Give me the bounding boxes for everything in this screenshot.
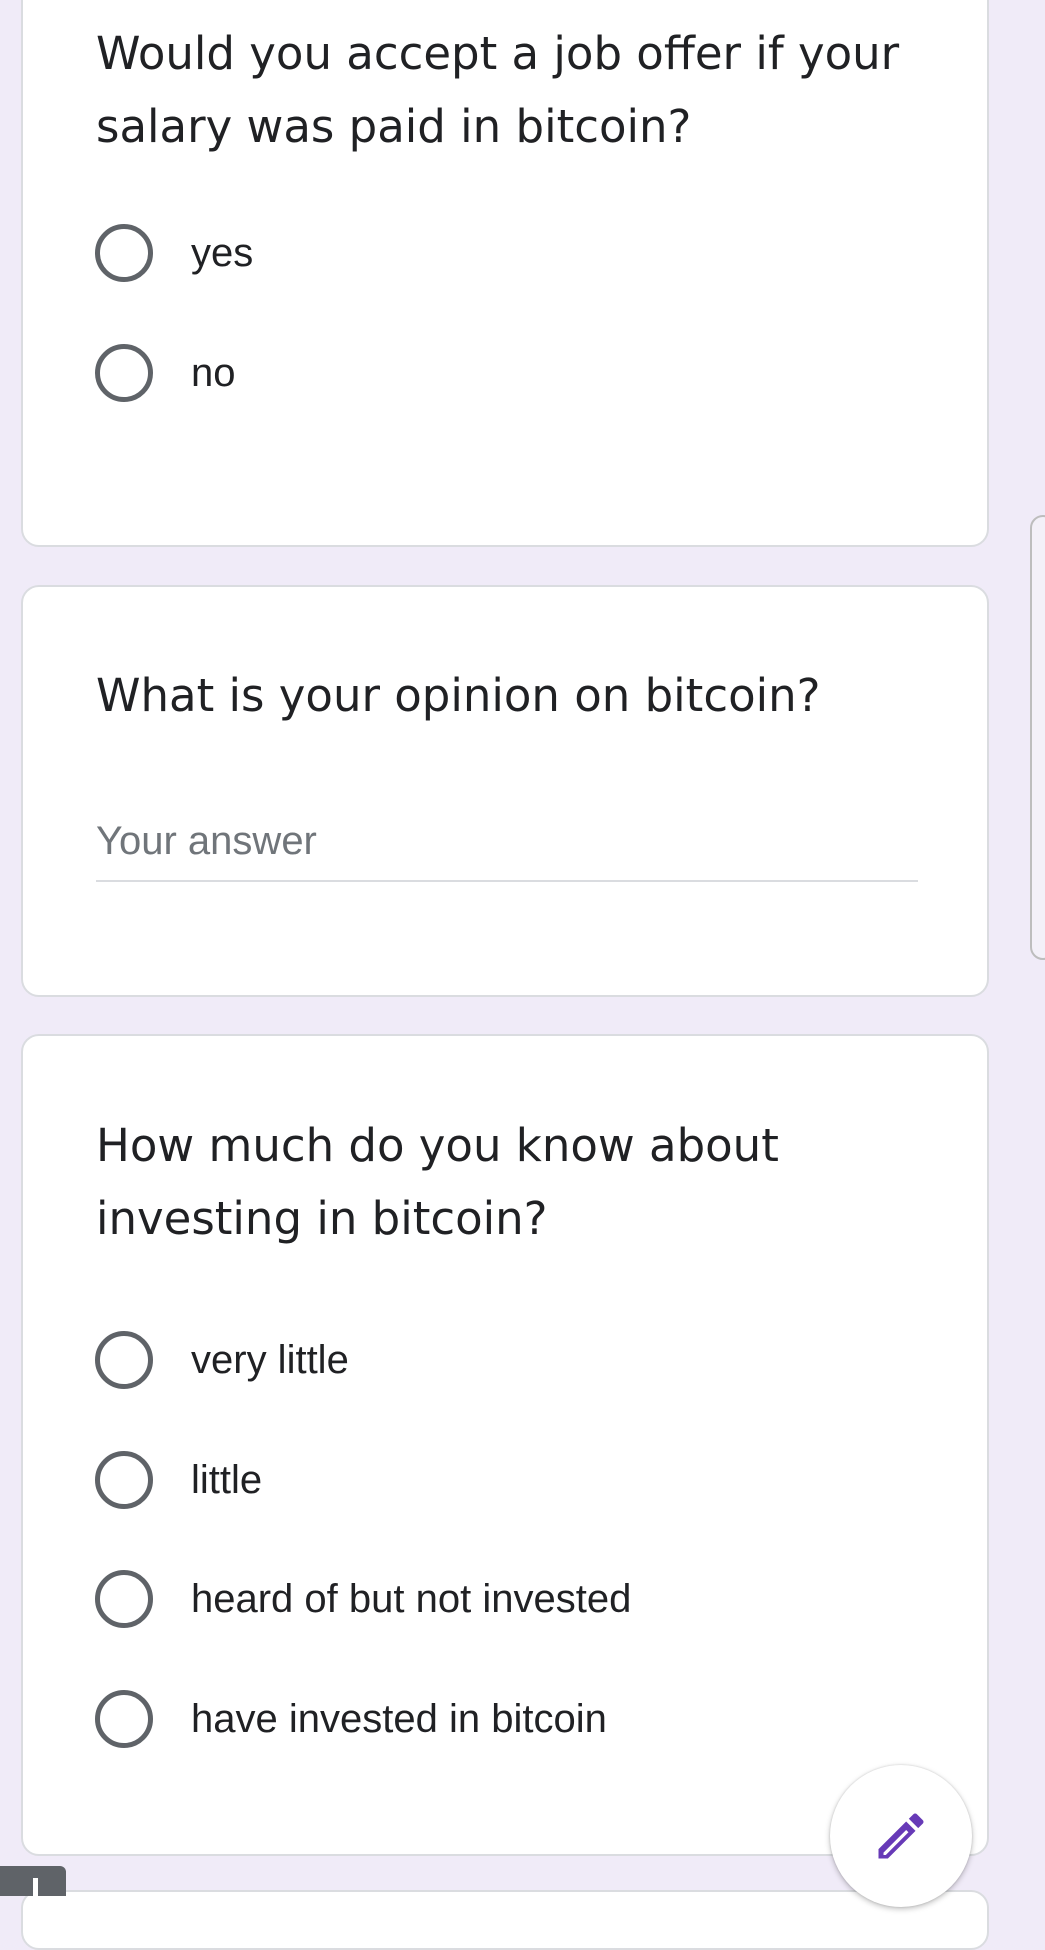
option-yes[interactable]: yes	[95, 221, 253, 285]
option-label: no	[191, 351, 236, 395]
edit-fab-button[interactable]	[830, 1765, 972, 1907]
answer-input[interactable]	[96, 802, 918, 882]
question-card-bitcoin-knowledge: How much do you know about investing in …	[21, 1034, 989, 1856]
option-label: yes	[191, 231, 254, 275]
info-badge-icon[interactable]	[0, 1866, 66, 1896]
option-no[interactable]: no	[95, 341, 236, 405]
question-title: What is your opinion on bitcoin?	[96, 669, 821, 722]
option-label: very little	[191, 1338, 349, 1382]
radio-button[interactable]	[95, 1331, 153, 1389]
question-card-job-offer: Would you accept a job offer if your sal…	[21, 0, 989, 547]
scroll-handle[interactable]	[1030, 515, 1045, 960]
option-have-invested[interactable]: have invested in bitcoin	[95, 1687, 607, 1751]
radio-button[interactable]	[95, 224, 153, 282]
radio-button[interactable]	[95, 1690, 153, 1748]
question-card-next	[21, 1890, 989, 1950]
option-label: little	[191, 1458, 263, 1502]
option-very-little[interactable]: very little	[95, 1328, 349, 1392]
option-label: heard of but not invested	[191, 1577, 632, 1621]
radio-button[interactable]	[95, 1570, 153, 1628]
option-heard-of-not-invested[interactable]: heard of but not invested	[95, 1567, 631, 1631]
pencil-icon	[878, 1813, 924, 1859]
option-little[interactable]: little	[95, 1448, 262, 1512]
question-card-opinion: What is your opinion on bitcoin?	[21, 585, 989, 997]
question-title: How much do you know about investing in …	[96, 1119, 779, 1245]
question-title: Would you accept a job offer if your sal…	[96, 27, 900, 153]
option-label: have invested in bitcoin	[191, 1697, 607, 1741]
radio-button[interactable]	[95, 344, 153, 402]
radio-button[interactable]	[95, 1451, 153, 1509]
